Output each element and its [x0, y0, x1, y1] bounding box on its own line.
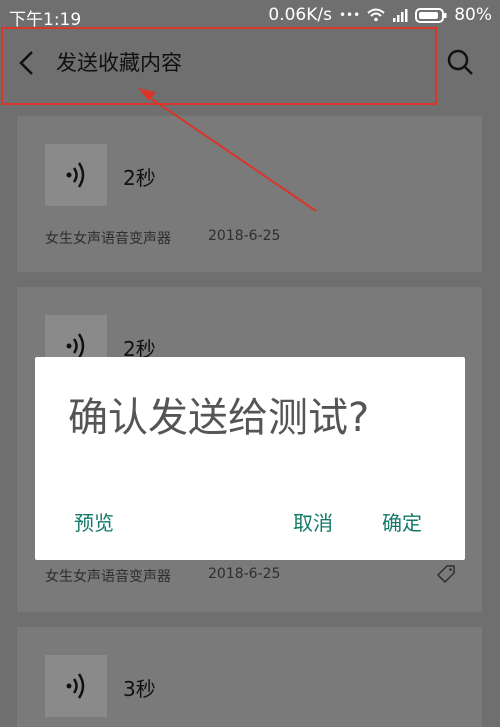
cancel-button[interactable]: 取消 [293, 507, 333, 536]
confirm-dialog: 确认发送给测试? 预览 取消 确定 [35, 357, 465, 560]
item-source: 女生女声语音变声器 [45, 569, 171, 585]
confirm-button[interactable]: 确定 [382, 507, 422, 536]
voice-thumbnail [45, 144, 107, 206]
list-item[interactable]: 3秒 [17, 627, 482, 727]
preview-button[interactable]: 预览 [74, 507, 114, 536]
voice-icon [66, 162, 85, 188]
item-date: 2018-6-25 [208, 566, 281, 582]
voice-duration: 2秒 [123, 166, 156, 190]
list-item[interactable]: 2秒 女生女声语音变声器 2018-6-25 [17, 116, 482, 272]
more-dots: ••• [338, 8, 361, 22]
battery-icon [415, 7, 447, 23]
search-icon[interactable] [445, 47, 475, 77]
tag-icon[interactable] [436, 564, 456, 584]
wifi-icon [367, 8, 385, 22]
network-speed: 0.06K/s [268, 5, 332, 25]
item-date: 2018-6-25 [208, 228, 281, 244]
status-right: 0.06K/s ••• 80% [268, 5, 492, 25]
voice-icon [66, 673, 85, 699]
voice-thumbnail [45, 655, 107, 717]
signal-icon [393, 9, 408, 22]
item-source: 女生女声语音变声器 [45, 231, 171, 247]
voice-duration: 3秒 [123, 677, 156, 701]
battery-level: 80% [454, 5, 492, 25]
status-bar: 下午1:19 0.06K/s ••• 80% [0, 0, 500, 30]
dialog-message: 确认发送给测试? [68, 395, 370, 441]
annotation-highlight-box [1, 27, 437, 105]
